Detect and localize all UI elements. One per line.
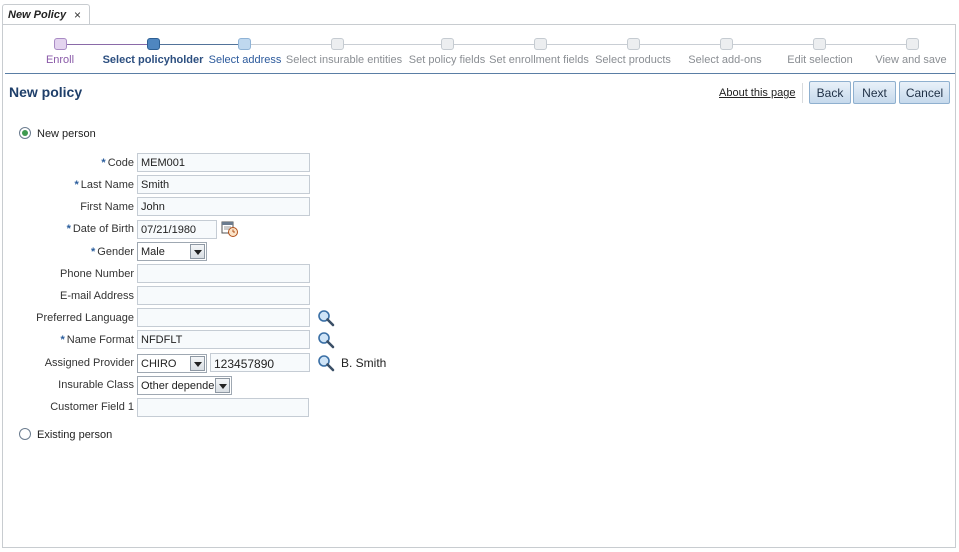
search-icon[interactable] bbox=[317, 309, 335, 327]
name-format-label: * Name Format bbox=[3, 333, 134, 351]
insurable-class-selected-value: Other depende bbox=[141, 380, 215, 392]
date-of-birth-label: * Date of Birth bbox=[3, 222, 134, 240]
main-panel: Enroll Select policyholder Select addres… bbox=[2, 24, 956, 548]
date-of-birth-field[interactable]: 07/21/1980 bbox=[137, 220, 217, 239]
train-stop-set-enrollment-fields bbox=[534, 38, 547, 50]
phone-number-label: Phone Number bbox=[3, 267, 134, 285]
existing-person-radio[interactable] bbox=[19, 428, 31, 440]
calendar-icon[interactable] bbox=[221, 220, 239, 238]
code-label-text: Code bbox=[107, 157, 134, 169]
tab-new-policy[interactable]: New Policy × bbox=[2, 4, 90, 26]
header-divider bbox=[5, 73, 955, 74]
gender-label: * Gender bbox=[3, 245, 134, 263]
train-label-enroll[interactable]: Enroll bbox=[46, 54, 74, 66]
provider-name-text: B. Smith bbox=[341, 356, 387, 370]
insurable-class-label: Insurable Class bbox=[3, 378, 134, 396]
train-stop-select-products bbox=[627, 38, 640, 50]
email-address-label: E-mail Address bbox=[3, 289, 134, 307]
email-address-field[interactable] bbox=[137, 286, 310, 305]
gender-select[interactable]: Male bbox=[137, 242, 207, 261]
chevron-down-icon[interactable] bbox=[215, 378, 230, 393]
code-field[interactable]: MEM001 bbox=[137, 153, 310, 172]
train-label-view-and-save: View and save bbox=[875, 54, 947, 66]
customer-field-1-label: Customer Field 1 bbox=[3, 400, 134, 418]
new-person-label[interactable]: New person bbox=[37, 128, 96, 140]
phone-number-field[interactable] bbox=[137, 264, 310, 283]
page-title: New policy bbox=[9, 84, 83, 100]
insurable-class-label-text: Insurable Class bbox=[58, 379, 134, 391]
about-this-page-link[interactable]: About this page bbox=[719, 87, 795, 99]
gender-selected-value: Male bbox=[141, 246, 165, 258]
first-name-field[interactable]: John bbox=[137, 197, 310, 216]
train-connector bbox=[61, 44, 154, 45]
required-marker: * bbox=[91, 246, 96, 258]
train-connector bbox=[154, 44, 244, 45]
customer-field-1-field[interactable] bbox=[137, 398, 309, 417]
last-name-field[interactable]: Smith bbox=[137, 175, 310, 194]
email-address-label-text: E-mail Address bbox=[60, 290, 134, 302]
train-label-select-add-ons: Select add-ons bbox=[688, 54, 762, 66]
last-name-label-text: Last Name bbox=[80, 179, 134, 191]
preferred-language-label: Preferred Language bbox=[3, 311, 134, 329]
new-person-radio[interactable] bbox=[19, 127, 31, 139]
train-stop-view-and-save bbox=[906, 38, 919, 50]
train-stop-set-policy-fields bbox=[441, 38, 454, 50]
search-icon[interactable] bbox=[317, 354, 335, 372]
search-icon[interactable] bbox=[317, 331, 335, 349]
train-label-select-products: Select products bbox=[595, 54, 671, 66]
customer-field-1-label-text: Customer Field 1 bbox=[50, 401, 134, 413]
train-stop-enroll[interactable] bbox=[54, 38, 67, 50]
train-stop-select-insurable-entities bbox=[331, 38, 344, 50]
gender-label-text: Gender bbox=[97, 246, 134, 258]
existing-person-label[interactable]: Existing person bbox=[37, 429, 112, 441]
required-marker: * bbox=[60, 334, 65, 346]
train-stop-select-add-ons bbox=[720, 38, 733, 50]
radio-selected-dot bbox=[22, 130, 28, 136]
train-label-set-policy-fields: Set policy fields bbox=[408, 54, 486, 66]
chevron-down-icon[interactable] bbox=[190, 356, 205, 371]
train-stop-select-address[interactable] bbox=[238, 38, 251, 50]
tab-title: New Policy bbox=[8, 9, 67, 21]
preferred-language-label-text: Preferred Language bbox=[36, 312, 134, 324]
phone-number-label-text: Phone Number bbox=[60, 268, 134, 280]
name-format-label-text: Name Format bbox=[66, 334, 134, 346]
code-label: * Code bbox=[3, 156, 134, 174]
tab-bar: New Policy × bbox=[0, 0, 959, 26]
next-button[interactable]: Next bbox=[853, 81, 896, 104]
toolbar-separator bbox=[802, 83, 803, 103]
required-marker: * bbox=[74, 179, 79, 191]
train-stop-select-policyholder bbox=[147, 38, 160, 50]
train-label-select-policyholder: Select policyholder bbox=[102, 54, 204, 66]
cancel-button[interactable]: Cancel bbox=[899, 81, 950, 104]
back-button[interactable]: Back bbox=[809, 81, 851, 104]
provider-type-selected-value: CHIRO bbox=[141, 358, 177, 370]
required-marker: * bbox=[66, 223, 71, 235]
train-stop-edit-selection bbox=[813, 38, 826, 50]
preferred-language-field[interactable] bbox=[137, 308, 310, 327]
first-name-label: First Name bbox=[3, 200, 134, 218]
assigned-provider-label-text: Assigned Provider bbox=[44, 357, 134, 369]
assigned-provider-label: Assigned Provider bbox=[3, 356, 134, 374]
close-icon[interactable]: × bbox=[74, 8, 81, 22]
train-label-select-address[interactable]: Select address bbox=[209, 54, 282, 66]
train-label-select-insurable-entities: Select insurable entities bbox=[285, 54, 403, 66]
name-format-field[interactable]: NFDFLT bbox=[137, 330, 310, 349]
train-label-set-enrollment-fields: Set enrollment fields bbox=[489, 54, 589, 66]
insurable-class-select[interactable]: Other depende bbox=[137, 376, 232, 395]
required-marker: * bbox=[101, 157, 106, 169]
provider-type-select[interactable]: CHIRO bbox=[137, 354, 207, 373]
train-label-edit-selection: Edit selection bbox=[787, 54, 853, 66]
first-name-label-text: First Name bbox=[80, 201, 134, 213]
chevron-down-icon[interactable] bbox=[190, 244, 205, 259]
provider-code-field[interactable]: 123457890 bbox=[210, 353, 310, 372]
date-of-birth-label-text: Date of Birth bbox=[72, 223, 134, 235]
last-name-label: * Last Name bbox=[3, 178, 134, 196]
